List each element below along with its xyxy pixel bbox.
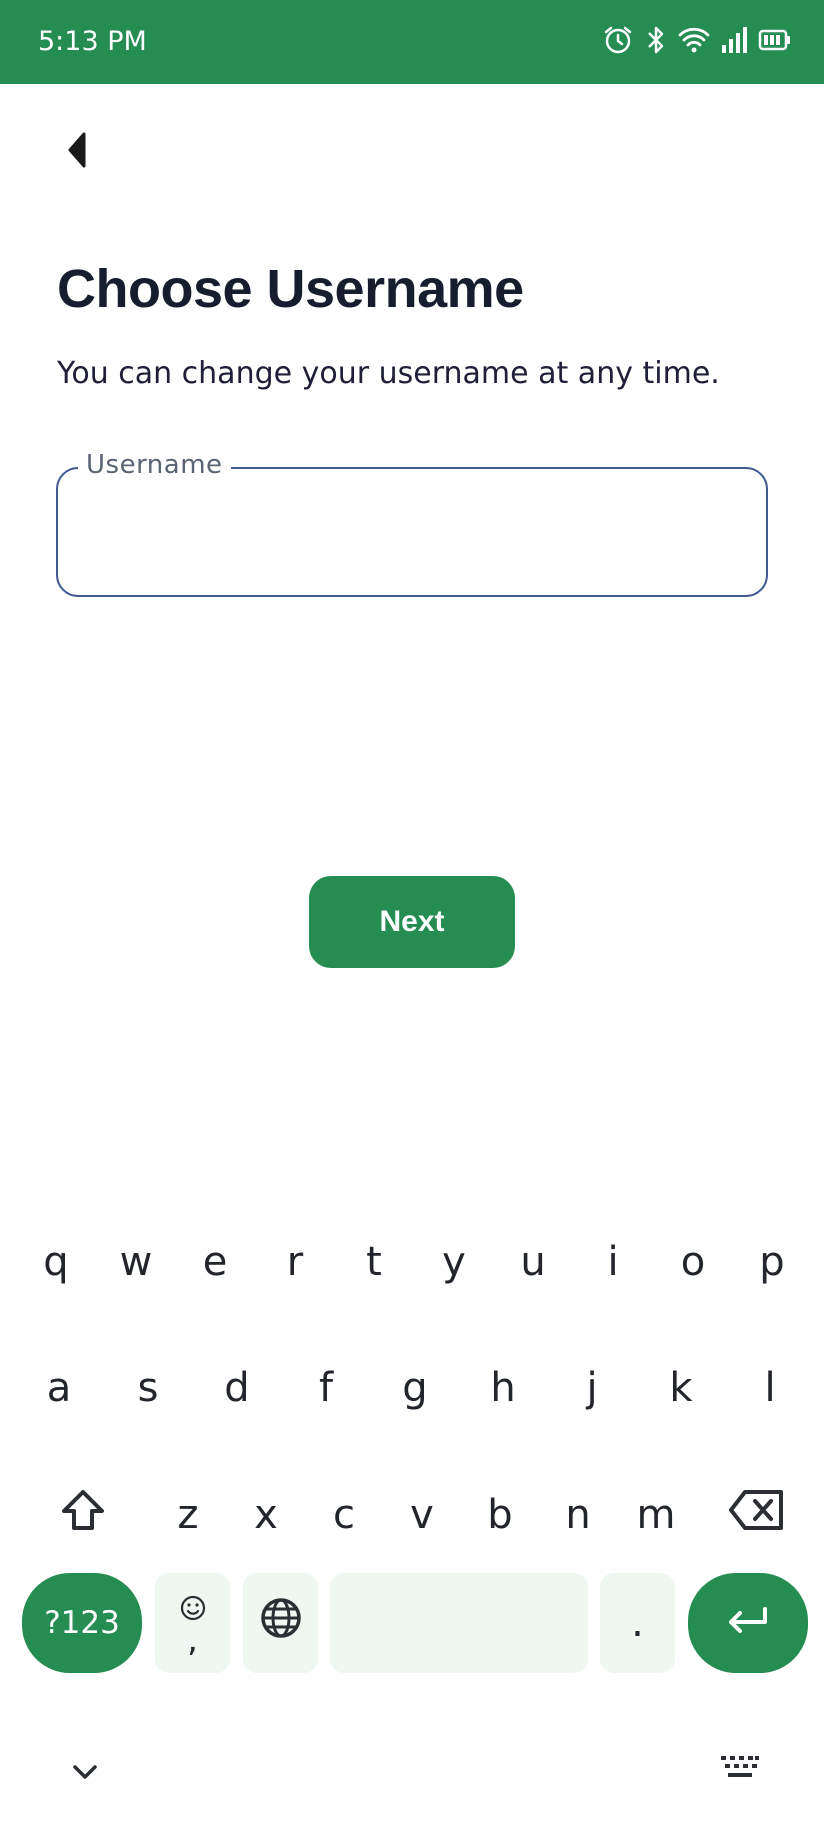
key-q[interactable]: q [27, 1212, 85, 1312]
key-m[interactable]: m [627, 1465, 685, 1565]
key-h[interactable]: h [474, 1338, 532, 1438]
status-time: 5:13 PM [38, 26, 147, 57]
status-icons [602, 24, 792, 56]
key-j[interactable]: j [563, 1338, 621, 1438]
key-k[interactable]: k [652, 1338, 710, 1438]
key-u[interactable]: u [504, 1212, 562, 1312]
key-r[interactable]: r [266, 1212, 324, 1312]
next-button[interactable]: Next [309, 876, 515, 968]
key-d[interactable]: d [208, 1338, 266, 1438]
username-field[interactable]: Username [56, 450, 768, 597]
symbols-key[interactable]: ?123 [22, 1573, 142, 1673]
key-a[interactable]: a [30, 1338, 88, 1438]
alarm-icon [602, 24, 634, 56]
shift-key[interactable] [50, 1465, 116, 1565]
back-button[interactable] [56, 132, 96, 172]
signal-icon [720, 25, 748, 55]
keyboard-icon [720, 1744, 760, 1790]
space-key[interactable] [330, 1573, 588, 1673]
keyboard: q w e r t y u i o p a s d f g h j k l z … [0, 1190, 824, 1834]
key-c[interactable]: c [315, 1465, 373, 1565]
period-key[interactable]: . [600, 1573, 675, 1673]
page-title: Choose Username [57, 259, 524, 319]
page-subtitle: You can change your username at any time… [57, 356, 720, 391]
back-arrow-icon [64, 132, 88, 173]
key-f[interactable]: f [297, 1338, 355, 1438]
hide-keyboard-button[interactable] [65, 1747, 105, 1787]
key-n[interactable]: n [549, 1465, 607, 1565]
key-g[interactable]: g [386, 1338, 444, 1438]
status-bar: 5:13 PM [0, 0, 824, 84]
username-input[interactable] [82, 509, 742, 559]
enter-icon [725, 1600, 771, 1646]
key-x[interactable]: x [237, 1465, 295, 1565]
key-z[interactable]: z [159, 1465, 217, 1565]
backspace-key[interactable] [722, 1465, 792, 1565]
shift-icon [60, 1488, 106, 1542]
comma-label: , [187, 1620, 198, 1660]
key-v[interactable]: v [393, 1465, 451, 1565]
key-y[interactable]: y [425, 1212, 483, 1312]
emoji-comma-key[interactable]: , [155, 1573, 230, 1673]
key-i[interactable]: i [584, 1212, 642, 1312]
keyboard-switch-button[interactable] [715, 1747, 765, 1787]
key-o[interactable]: o [664, 1212, 722, 1312]
key-t[interactable]: t [345, 1212, 403, 1312]
key-p[interactable]: p [743, 1212, 801, 1312]
battery-icon [758, 28, 792, 52]
wifi-icon [678, 25, 710, 55]
key-w[interactable]: w [107, 1212, 165, 1312]
key-e[interactable]: e [186, 1212, 244, 1312]
username-label: Username [78, 450, 231, 480]
language-key[interactable] [243, 1573, 318, 1673]
key-b[interactable]: b [471, 1465, 529, 1565]
globe-icon [259, 1596, 303, 1650]
enter-key[interactable] [688, 1573, 808, 1673]
chevron-down-icon [72, 1744, 98, 1790]
backspace-icon [728, 1489, 786, 1541]
key-s[interactable]: s [119, 1338, 177, 1438]
key-l[interactable]: l [741, 1338, 799, 1438]
bluetooth-icon [644, 24, 668, 56]
